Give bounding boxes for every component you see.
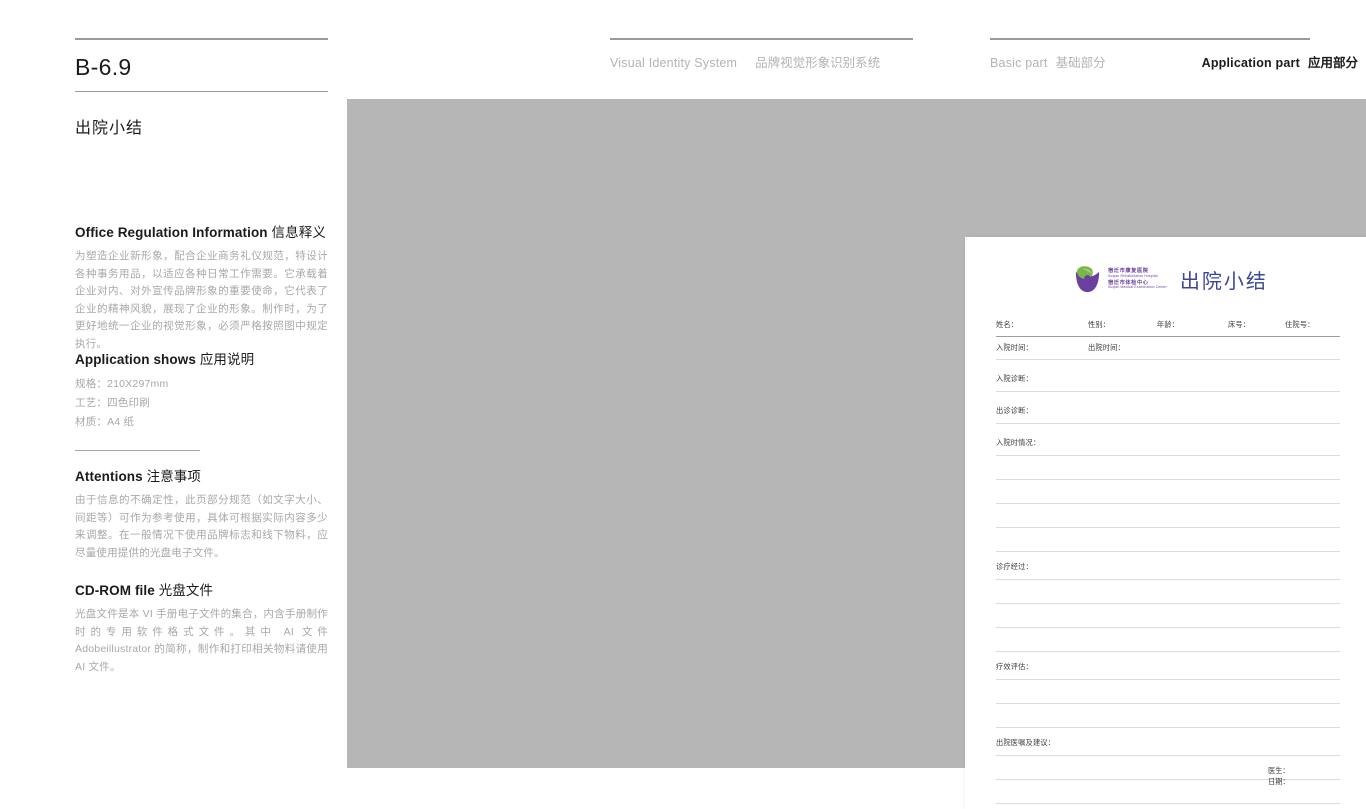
- section-application-heading: Application shows 应用说明: [75, 348, 328, 368]
- hospital-logo-icon: [1072, 264, 1103, 295]
- form-row-patient-basic: 姓名： 性别： 年龄： 床号： 住院号：: [996, 320, 1340, 336]
- document-header: 宿迁市康复医院 Suqian Rehabilitation Hospital 宿…: [1072, 264, 1268, 295]
- form-row-times: 入院时间： 出院时间：: [996, 343, 1340, 359]
- field-label-treatment-course: 诊疗经过：: [996, 562, 1033, 571]
- signature-doctor: 医生：: [1268, 766, 1290, 775]
- header-application-part-en: Application part: [1201, 56, 1300, 70]
- section-attentions-heading-en: Attentions: [75, 469, 143, 484]
- section-office-body: 为塑造企业新形象，配合企业商务礼仪规范，特设计各种事务用品，以适应各种日常工作需…: [75, 250, 328, 350]
- spec-row-size: 规格：210X297mm: [75, 378, 169, 390]
- section-attentions: Attentions 注意事项 由于信息的不确定性，此页部分规范（如文字大小、间…: [75, 465, 328, 562]
- spec-list: 规格：210X297mm 工艺：四色印刷 材质：A4 纸: [75, 375, 328, 432]
- section-cdrom-heading-en: CD-ROM file: [75, 583, 155, 598]
- document-title: 出院小结: [1179, 271, 1268, 293]
- section-office-regulation: Office Regulation Information 信息释义 为塑造企业…: [75, 221, 328, 353]
- field-label-name: 姓名：: [996, 320, 1019, 329]
- field-label-discharge-advice: 出院医嘱及建议：: [996, 738, 1056, 747]
- write-line[interactable]: [996, 604, 1340, 628]
- field-label-admit-diagnosis: 入院诊断：: [996, 374, 1033, 383]
- signature-block: 医生： 日期：: [1268, 765, 1340, 787]
- header-basic-part[interactable]: Basic part 基础部分: [990, 52, 1106, 71]
- section-attentions-heading-cn: 注意事项: [146, 469, 202, 484]
- field-label-admit-time: 入院时间：: [996, 343, 1033, 352]
- write-line[interactable]: [996, 504, 1340, 528]
- header-right-group: Basic part 基础部分 Application part 应用部分: [990, 38, 1358, 71]
- write-line[interactable]: [996, 579, 1340, 604]
- logo-line-1-en: Suqian Rehabilitation Hospital: [1108, 273, 1158, 278]
- field-label-bed: 床号：: [1228, 320, 1251, 329]
- write-line[interactable]: [996, 679, 1340, 704]
- header-application-part-cn: 应用部分: [1307, 56, 1358, 70]
- hospital-logo-wordmark: 宿迁市康复医院 Suqian Rehabilitation Hospital 宿…: [1108, 268, 1167, 290]
- section-attentions-heading: Attentions 注意事项: [75, 465, 328, 485]
- logo-line-2-en: Suqian Medical Examination Center: [1108, 285, 1167, 290]
- section-office-heading: Office Regulation Information 信息释义: [75, 221, 328, 241]
- section-attentions-body: 由于信息的不确定性，此页部分规范（如文字大小、间距等）可作为参考使用，具体可根据…: [75, 494, 328, 559]
- field-label-admission-no: 住院号：: [1285, 320, 1315, 329]
- header-vis-identity-cn: 品牌视觉形象识别系统: [755, 56, 881, 70]
- section-office-heading-cn: 信息释义: [271, 225, 326, 240]
- spec-row-material: 材质：A4 纸: [75, 416, 135, 428]
- section-cdrom-file: CD-ROM file 光盘文件 光盘文件是本 VI 手册电子文件的集合，内含手…: [75, 579, 328, 676]
- discharge-form: 姓名： 性别： 年龄： 床号： 住院号： 入院时间： 出院时间： 入院诊断： 出…: [996, 320, 1340, 804]
- header-basic-part-cn: 基础部分: [1055, 56, 1106, 70]
- field-label-discharge-time: 出院时间：: [1088, 343, 1125, 352]
- left-info-column: B-6.9 出院小结: [75, 0, 328, 138]
- write-line[interactable]: [996, 480, 1340, 504]
- write-line[interactable]: [996, 455, 1340, 480]
- section-cdrom-heading: CD-ROM file 光盘文件: [75, 579, 328, 599]
- header-parts-row: Basic part 基础部分 Application part 应用部分: [990, 52, 1358, 71]
- page-code: B-6.9: [75, 54, 132, 80]
- preview-stage: 宿迁市康复医院 Suqian Rehabilitation Hospital 宿…: [347, 99, 1366, 809]
- spec-row-process: 工艺：四色印刷: [75, 397, 150, 409]
- logo-line-2: 宿迁市体检中心 Suqian Medical Examination Cente…: [1108, 280, 1167, 290]
- field-label-gender: 性别：: [1088, 320, 1111, 329]
- signature-date: 日期：: [1268, 777, 1290, 786]
- divider-short: [75, 450, 200, 451]
- write-line[interactable]: [996, 704, 1340, 728]
- field-label-effect-eval: 疗效评估：: [996, 662, 1033, 671]
- write-line[interactable]: [996, 628, 1340, 652]
- header-vis-identity: Visual Identity System 品牌视觉形象识别系统: [610, 52, 913, 71]
- section-application-shows: Application shows 应用说明 规格：210X297mm 工艺：四…: [75, 348, 328, 451]
- field-label-admit-condition: 入院时情况：: [996, 438, 1041, 447]
- header-application-part[interactable]: Application part 应用部分: [1202, 52, 1358, 71]
- logo-line-1: 宿迁市康复医院 Suqian Rehabilitation Hospital: [1108, 268, 1167, 278]
- section-office-heading-en: Office Regulation Information: [75, 225, 268, 240]
- section-cdrom-body: 光盘文件是本 VI 手册电子文件的集合，内含手册制作时的专用软件格式文件。其中 …: [75, 608, 328, 673]
- page-title: 出院小结: [75, 120, 144, 137]
- section-cdrom-heading-cn: 光盘文件: [158, 583, 214, 598]
- section-application-heading-cn: 应用说明: [199, 352, 255, 367]
- field-label-age: 年龄：: [1157, 320, 1180, 329]
- discharge-summary-document: 宿迁市康复医院 Suqian Rehabilitation Hospital 宿…: [965, 237, 1366, 809]
- write-line[interactable]: [996, 528, 1340, 552]
- field-label-visit-diagnosis: 出诊诊断：: [996, 406, 1033, 415]
- header-vis-identity-en: Visual Identity System: [610, 56, 738, 70]
- header-basic-part-en: Basic part: [990, 56, 1048, 70]
- section-application-heading-en: Application shows: [75, 352, 196, 367]
- header-center-group: Visual Identity System 品牌视觉形象识别系统: [610, 38, 913, 71]
